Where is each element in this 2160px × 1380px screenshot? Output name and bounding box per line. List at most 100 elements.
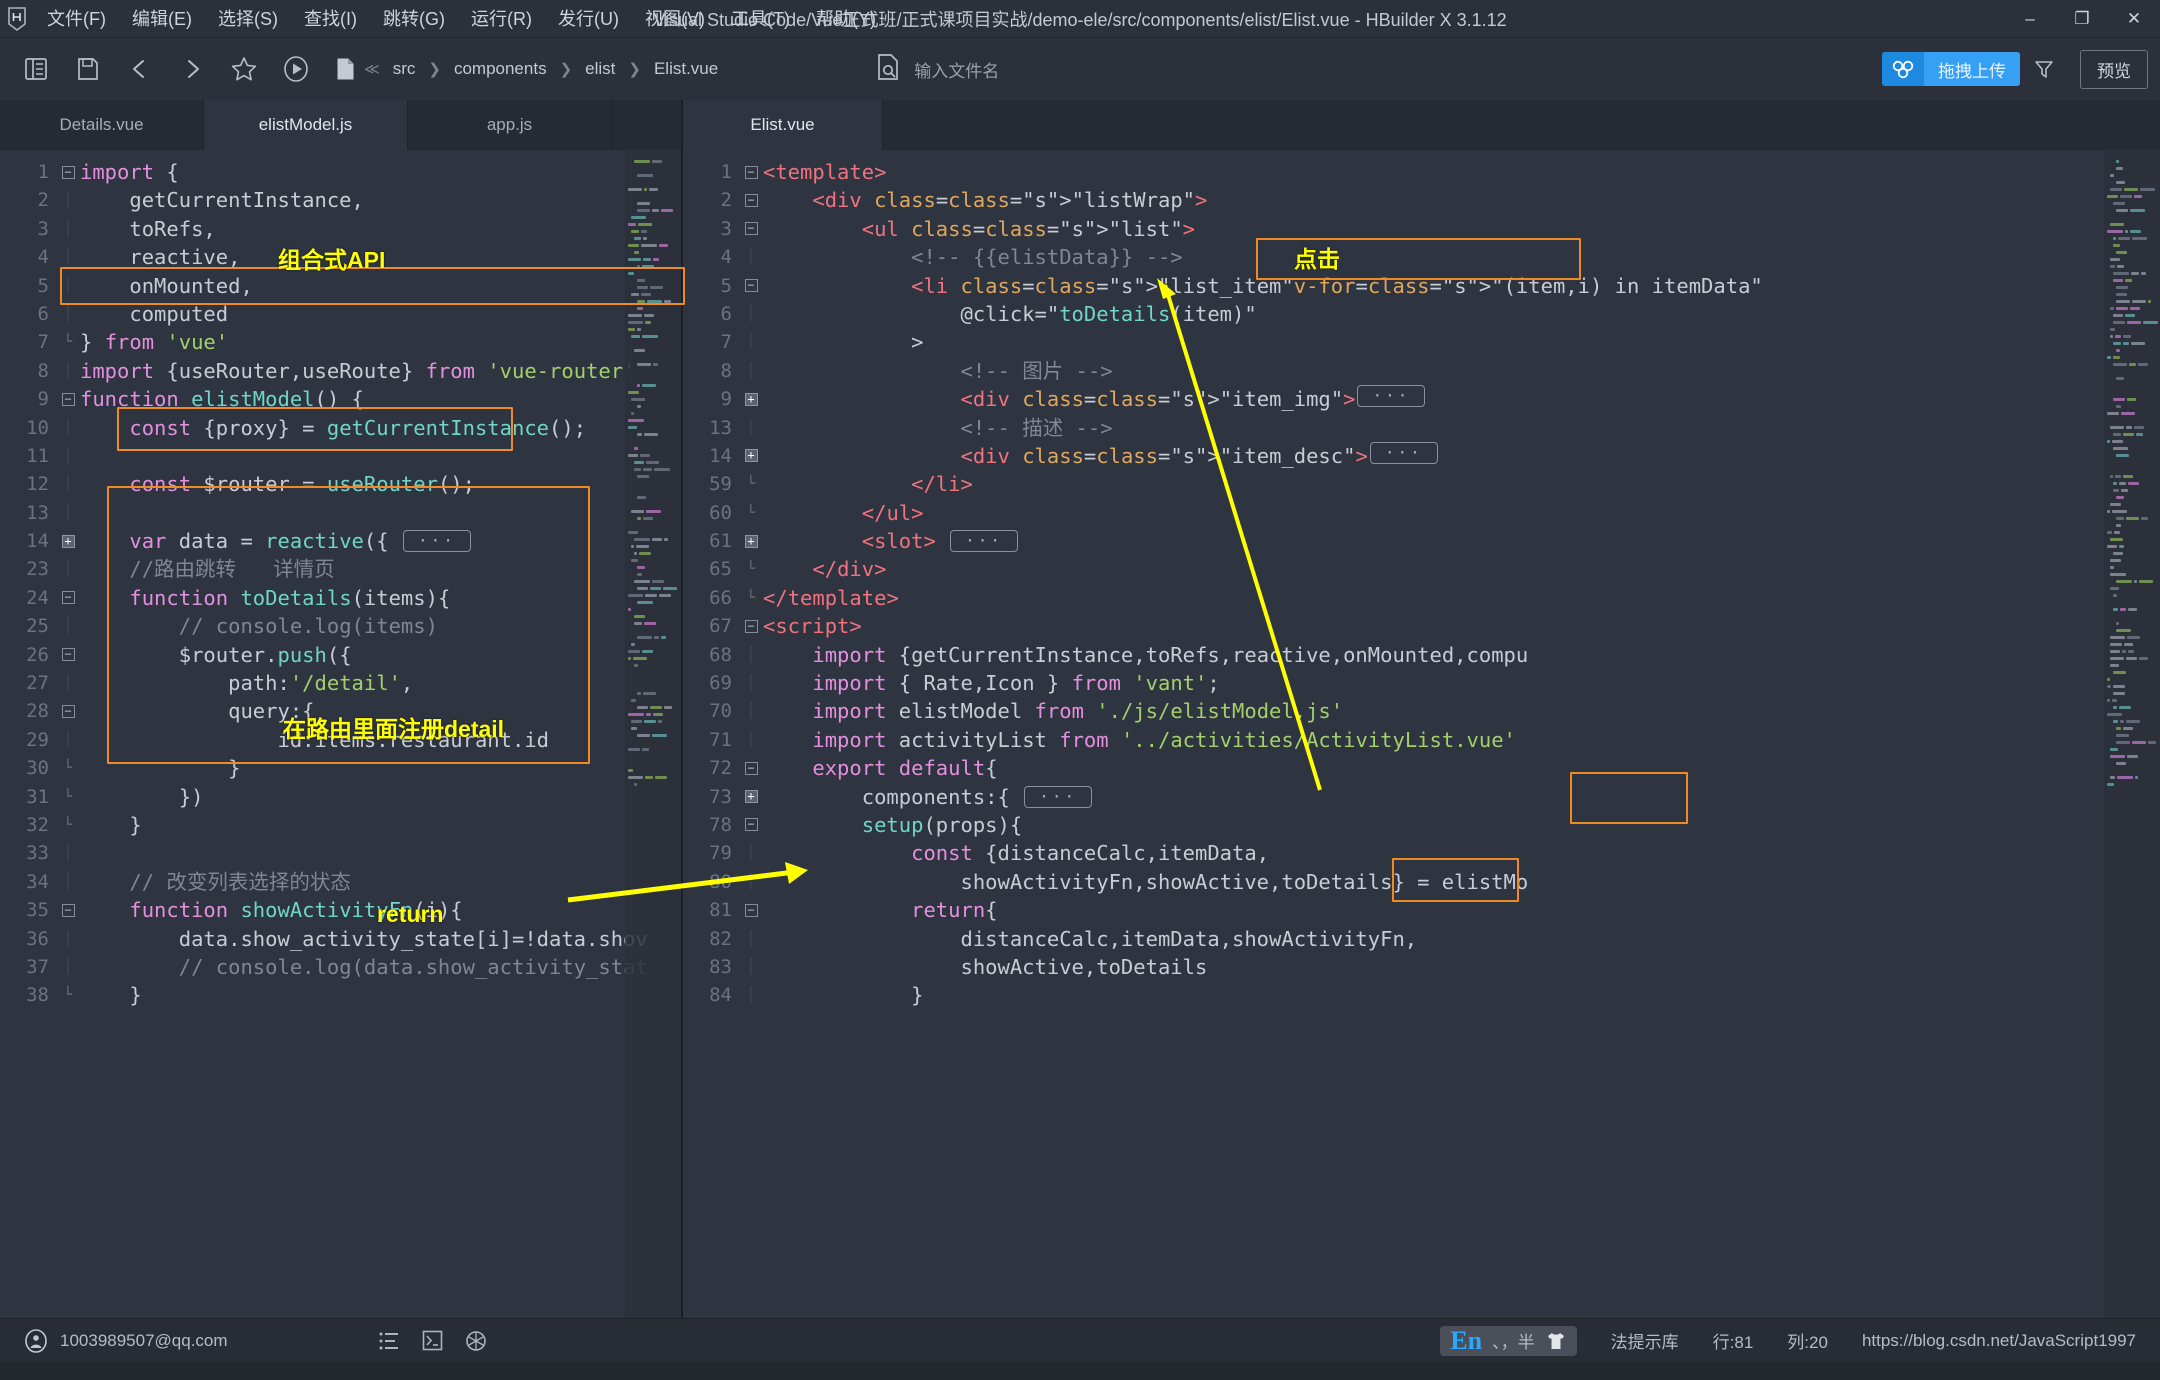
fold-toggle[interactable]: │: [741, 641, 761, 669]
bookmark-star-icon[interactable]: [220, 46, 268, 92]
fold-toggle[interactable]: └: [58, 754, 78, 782]
line-text[interactable]: <li class=class="s">"list_item": [761, 272, 1294, 300]
line-text[interactable]: components:{ ···: [761, 783, 1094, 811]
fold-toggle[interactable]: │: [741, 925, 761, 953]
menu-item-edit[interactable]: 编辑(E): [119, 6, 205, 32]
back-icon[interactable]: [116, 46, 164, 92]
line-text[interactable]: //路由跳转 详情页: [78, 555, 334, 583]
hint-library-label[interactable]: 法提示库: [1611, 1328, 1679, 1353]
line-text[interactable]: <div class=class="s">"item_desc": [761, 442, 1355, 470]
code-line[interactable]: 31 └ }): [0, 783, 648, 811]
code-line[interactable]: 35− function showActivityFn(i){: [0, 896, 648, 924]
code-line[interactable]: 7 └} from 'vue': [0, 328, 648, 356]
run-icon[interactable]: [272, 46, 320, 92]
line-text[interactable]: import {useRouter,useRoute} from 'vue-ro…: [78, 357, 635, 385]
ime-indicator[interactable]: En 、，半: [1440, 1325, 1577, 1356]
menu-item-run[interactable]: 运行(R): [458, 6, 545, 32]
code-line[interactable]: 5− <li class=class="s">"list_item" v-for…: [683, 272, 1763, 300]
code-line[interactable]: 72− export default{: [683, 754, 1763, 782]
line-text[interactable]: <div class=class="s">"listWrap": [761, 186, 1195, 214]
tab-elistmodel-js[interactable]: elistModel.js: [204, 100, 408, 150]
code-line[interactable]: 60 └ </ul>: [683, 499, 1763, 527]
code-line[interactable]: 1− <template>: [683, 158, 1763, 186]
code-line[interactable]: 82 │ distanceCalc,itemData,showActivityFn…: [683, 925, 1763, 953]
code-line[interactable]: 61 + <slot> ···: [683, 527, 1763, 555]
left-code-content[interactable]: 1− import {2 │ getCurrentInstance, 3 │ toRef…: [0, 150, 648, 1010]
code-line[interactable]: 37 │ // console.log(data.show_activity_st…: [0, 953, 648, 981]
code-line[interactable]: 7 │ >: [683, 328, 1763, 356]
fold-toggle[interactable]: └: [741, 584, 761, 612]
code-line[interactable]: 13 │ <!-- 描述 -->: [683, 414, 1763, 442]
breadcrumb-item-components[interactable]: components: [450, 57, 551, 81]
code-line[interactable]: 10 │ const {proxy} = getCurrentInstance()…: [0, 414, 648, 442]
code-line[interactable]: 34 │ // 改变列表选择的状态: [0, 868, 648, 896]
code-line[interactable]: 69 │ import { Rate,Icon } from 'vant';: [683, 669, 1763, 697]
line-text[interactable]: </div>: [761, 555, 886, 583]
fold-toggle[interactable]: │: [58, 272, 78, 300]
fold-toggle[interactable]: │: [58, 669, 78, 697]
fold-toggle[interactable]: │: [58, 612, 78, 640]
code-line[interactable]: 59 └ </li>: [683, 470, 1763, 498]
line-text[interactable]: $router.push({: [78, 641, 352, 669]
filter-icon[interactable]: [2024, 58, 2064, 80]
line-text[interactable]: // console.log(data.show_activity_stat: [78, 953, 648, 981]
line-text[interactable]: </ul>: [761, 499, 924, 527]
fold-toggle[interactable]: └: [58, 783, 78, 811]
line-text[interactable]: import {getCurrentInstance,toRefs,reacti…: [761, 641, 1528, 669]
code-line[interactable]: 33 │: [0, 839, 648, 867]
tab-app-js[interactable]: app.js: [408, 100, 612, 150]
code-line[interactable]: 14 + <div class=class="s">"item_desc" > ··…: [683, 441, 1763, 470]
code-line[interactable]: 38 └ }: [0, 981, 648, 1009]
line-text[interactable]: distanceCalc,itemData,showActivityFn,: [761, 925, 1417, 953]
line-text[interactable]: const {proxy} = getCurrentInstance();: [78, 414, 586, 442]
line-text[interactable]: <slot> ···: [761, 527, 1020, 555]
fold-toggle[interactable]: │: [741, 300, 761, 328]
fold-toggle[interactable]: │: [58, 300, 78, 328]
plugin-icon[interactable]: [465, 1330, 487, 1352]
line-text[interactable]: <template>: [761, 158, 886, 186]
fold-toggle[interactable]: +: [741, 783, 761, 811]
minimize-button[interactable]: –: [2004, 0, 2056, 38]
code-line[interactable]: 2− <div class=class="s">"listWrap" >: [683, 186, 1763, 214]
code-line[interactable]: 14 + var data = reactive({ ···: [0, 527, 648, 555]
fold-toggle[interactable]: │: [741, 357, 761, 385]
fold-toggle[interactable]: │: [741, 414, 761, 442]
fold-toggle[interactable]: │: [741, 839, 761, 867]
fold-toggle[interactable]: −: [741, 215, 761, 243]
menu-item-file[interactable]: 文件(F): [34, 6, 119, 32]
menu-item-select[interactable]: 选择(S): [205, 6, 291, 32]
line-text[interactable]: showActive,toDetails: [761, 953, 1207, 981]
code-line[interactable]: 27 │ path:'/detail',: [0, 669, 648, 697]
preview-button[interactable]: 预览: [2080, 49, 2148, 89]
code-line[interactable]: 78− setup(props){: [683, 811, 1763, 839]
fold-toggle[interactable]: │: [741, 243, 761, 271]
line-text[interactable]: path:'/detail',: [78, 669, 413, 697]
code-line[interactable]: 12 │ const $router = useRouter();: [0, 470, 648, 498]
fold-toggle[interactable]: │: [58, 726, 78, 754]
code-line[interactable]: 79 │ const {distanceCalc,itemData,: [683, 839, 1763, 867]
fold-toggle[interactable]: └: [741, 470, 761, 498]
code-line[interactable]: 2 │ getCurrentInstance,: [0, 186, 648, 214]
code-line[interactable]: 32 └ }: [0, 811, 648, 839]
tab-elist-vue[interactable]: Elist.vue: [683, 100, 883, 150]
code-line[interactable]: 70 │ import elistModel from './js/elistMo…: [683, 697, 1763, 725]
line-text[interactable]: >: [761, 328, 923, 356]
line-text[interactable]: import elistModel from './js/elistModel.…: [761, 697, 1343, 725]
line-text[interactable]: query:{: [78, 697, 314, 725]
line-text[interactable]: const {distanceCalc,itemData,: [761, 839, 1269, 867]
line-text[interactable]: return{: [761, 896, 997, 924]
tab-details-vue[interactable]: Details.vue: [0, 100, 204, 150]
fold-toggle[interactable]: └: [741, 555, 761, 583]
file-search[interactable]: 输入文件名: [876, 46, 1878, 92]
code-line[interactable]: 30 └ }: [0, 754, 648, 782]
code-line[interactable]: 5 │ onMounted,: [0, 272, 648, 300]
fold-toggle[interactable]: −: [741, 612, 761, 640]
line-text[interactable]: <div class=class="s">"item_img": [761, 385, 1343, 413]
fold-toggle[interactable]: │: [58, 925, 78, 953]
left-tab-bar[interactable]: Details.vue elistModel.js app.js: [0, 100, 681, 150]
fold-toggle[interactable]: −: [58, 584, 78, 612]
fold-toggle[interactable]: │: [58, 839, 78, 867]
code-line[interactable]: 9− function elistModel() {: [0, 385, 648, 413]
line-text[interactable]: // 改变列表选择的状态: [78, 868, 351, 896]
code-line[interactable]: 36 │ data.show_activity_state[i]=!data.sh…: [0, 925, 648, 953]
